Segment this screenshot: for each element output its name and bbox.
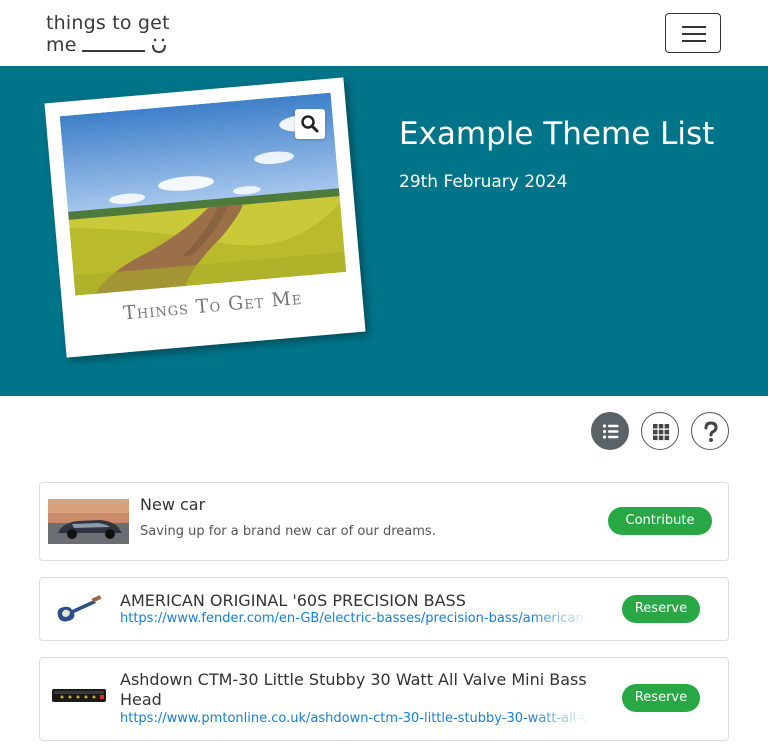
list-item[interactable]: Ashdown CTM-30 Little Stubby 30 Watt All… — [39, 657, 729, 741]
item-thumbnail — [48, 499, 129, 544]
reserve-button[interactable]: Reserve — [622, 684, 700, 712]
item-thumbnail — [54, 592, 104, 626]
logo-text-line1: things to get — [46, 12, 170, 34]
item-description: Saving up for a brand new car of our dre… — [140, 524, 436, 539]
help-icon — [704, 421, 718, 442]
item-title-line2[interactable]: Head — [120, 690, 162, 709]
hamburger-menu-button[interactable] — [665, 13, 721, 53]
reserve-button[interactable]: Reserve — [622, 595, 700, 623]
list-item[interactable]: New car Saving up for a brand new car of… — [39, 482, 729, 561]
logo-blank-line — [82, 50, 145, 52]
list-hero-banner: Things To Get Me Example Theme List 29th… — [0, 66, 768, 396]
list-view-button[interactable] — [591, 412, 629, 450]
list-view-icon — [602, 424, 619, 439]
smile-icon — [152, 38, 166, 54]
top-navbar: things to get me — [0, 0, 768, 66]
item-thumbnail — [50, 684, 108, 708]
list-title: Example Theme List — [399, 116, 715, 152]
grid-view-icon — [653, 424, 670, 441]
help-button[interactable] — [691, 412, 729, 450]
list-item[interactable]: AMERICAN ORIGINAL '60S PRECISION BASS ht… — [39, 577, 729, 641]
magnifier-icon — [301, 115, 319, 133]
logo-text-line2: me — [46, 34, 77, 56]
list-date: 29th February 2024 — [399, 172, 568, 192]
site-logo[interactable]: things to get me — [46, 12, 176, 58]
item-link[interactable]: https://www.fender.com/en-GB/electric-ba… — [120, 611, 590, 628]
item-title[interactable]: AMERICAN ORIGINAL '60S PRECISION BASS — [120, 591, 466, 610]
zoom-cover-button[interactable] — [295, 109, 325, 139]
item-link[interactable]: https://www.pmtonline.co.uk/ashdown-ctm-… — [120, 711, 590, 728]
item-title-line1[interactable]: Ashdown CTM-30 Little Stubby 30 Watt All… — [120, 670, 587, 689]
hamburger-icon — [682, 26, 706, 28]
contribute-button[interactable]: Contribute — [608, 507, 712, 535]
grid-view-button[interactable] — [641, 412, 679, 450]
item-title[interactable]: New car — [140, 495, 205, 514]
